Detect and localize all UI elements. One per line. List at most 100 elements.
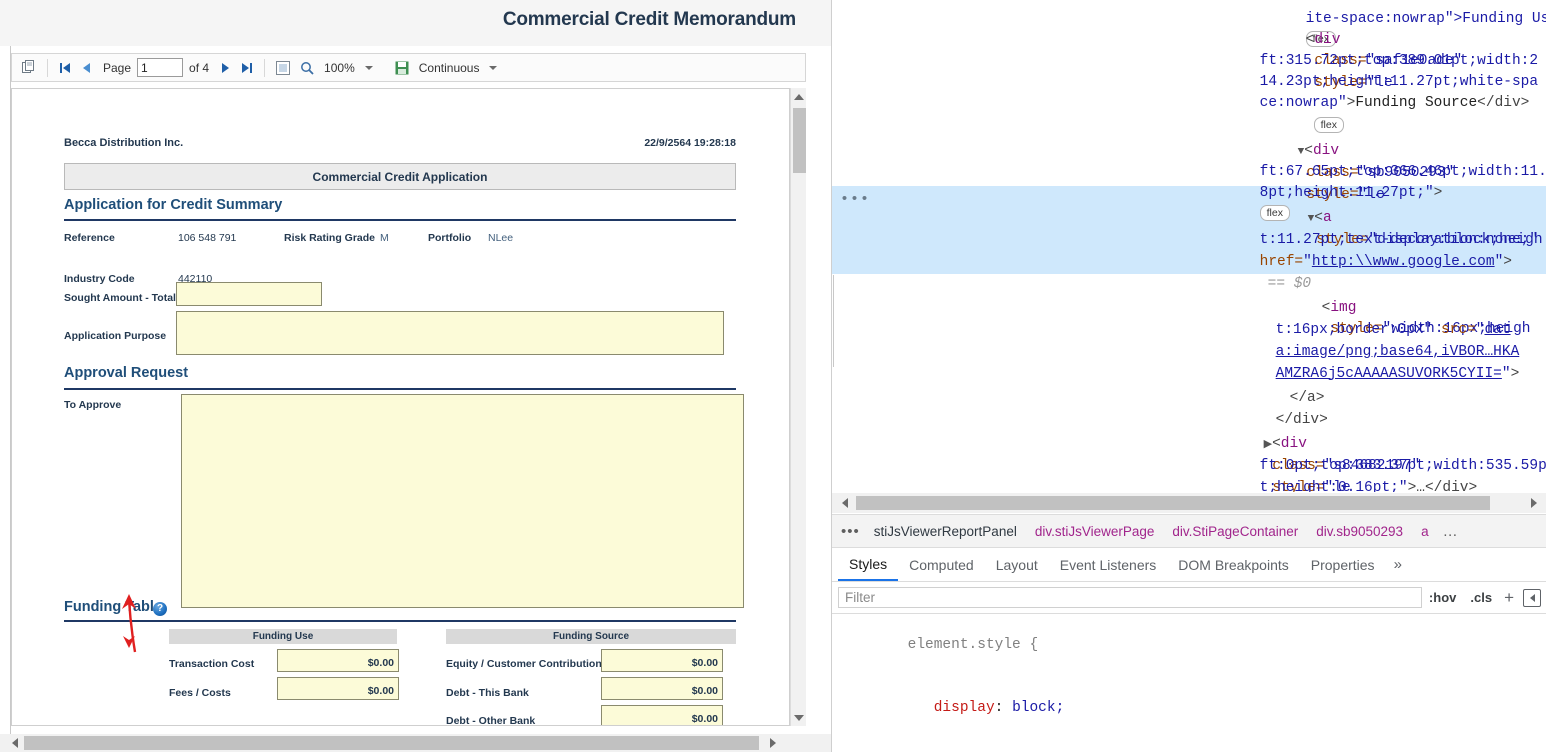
toolbar-divider [47,58,48,77]
scroll-down-icon[interactable] [791,709,807,726]
funding-source-column-header: Funding Source [446,629,736,644]
previous-page-icon[interactable] [77,57,97,79]
section-rule-summary [64,219,736,221]
reference-label: Reference [64,232,115,244]
to-approve-input[interactable] [181,394,744,608]
view-mode-label[interactable]: Continuous [415,61,484,75]
application-purpose-label: Application Purpose [64,330,167,342]
panel-left-gutter [0,46,11,736]
magnifier-icon[interactable] [296,57,318,79]
tab-computed[interactable]: Computed [898,550,985,580]
breadcrumb-item-report-panel[interactable]: stiJsViewerReportPanel [865,521,1026,542]
application-purpose-input[interactable] [176,311,724,355]
page-count-label: of 4 [189,60,210,75]
tabs-more-icon[interactable]: » [1386,551,1410,578]
tab-event-listeners[interactable]: Event Listeners [1049,550,1168,580]
viewer-vertical-scrollbar[interactable] [790,88,806,726]
funding-source-row-input[interactable]: $0.00 [601,705,723,725]
viewer-toolbar: Page of 4 100% Continuous [11,53,806,82]
report-page-area[interactable]: Becca Distribution Inc. 22/9/2564 19:28:… [11,88,790,726]
industry-code-label: Industry Code [64,273,135,285]
sought-amount-input[interactable] [176,282,322,306]
zoom-level-label[interactable]: 100% [320,61,359,75]
zoom-chevron-down-icon[interactable] [364,65,373,70]
report-page: Becca Distribution Inc. 22/9/2564 19:28:… [28,99,773,726]
funding-source-row-value: $0.00 [691,657,718,669]
new-style-rule-button[interactable]: + [1499,588,1519,608]
risk-rating-grade-label: Risk Rating Grade [284,232,376,244]
risk-rating-grade-value: M [380,232,389,244]
page-title: Commercial Credit Memorandum [502,9,796,30]
to-approve-label: To Approve [64,399,122,411]
help-icon[interactable]: ? [153,602,167,616]
funding-source-row-input[interactable]: $0.00 [601,677,723,700]
tab-styles[interactable]: Styles [838,549,899,581]
funding-source-row-input[interactable]: $0.00 [601,649,723,672]
next-page-icon[interactable] [215,57,235,79]
funding-use-row-value: $0.00 [367,685,394,697]
breadcrumb-overflow-icon[interactable]: ••• [836,523,865,540]
toggle-sidebar-icon[interactable] [1523,588,1541,607]
dom-tree-view[interactable]: ••• ite-space:nowrap">Funding Use</div> … [832,0,1546,492]
copy-pages-icon[interactable] [18,57,40,79]
cls-toggle-button[interactable]: .cls [1463,590,1499,605]
section-rule-funding [64,620,736,622]
dom-tree-horizontal-scrollbar[interactable] [832,493,1546,513]
breadcrumb[interactable]: ••• stiJsViewerReportPanel div.stiJsView… [832,514,1546,548]
breadcrumb-item-anchor[interactable]: a [1412,521,1438,542]
horizontal-scrollbar-thumb[interactable] [24,736,759,750]
section-heading-funding: Funding Table [64,599,162,615]
tab-properties[interactable]: Properties [1300,550,1386,580]
breadcrumb-trailing-ellipsis[interactable]: … [1438,523,1464,540]
viewer-horizontal-scrollbar[interactable] [0,734,831,752]
last-page-icon[interactable] [237,57,257,79]
scroll-right-icon[interactable] [764,734,781,752]
css-declaration-display[interactable]: display: block; [832,677,1546,740]
page-label: Page [103,60,132,75]
document-banner: Commercial Credit Application [64,163,736,190]
screen-root: Commercial Credit Memorandum Page 1 of 4… [0,0,1546,752]
company-name: Becca Distribution Inc. [64,137,184,149]
funding-use-row-input[interactable]: $0.00 [277,649,399,672]
scroll-up-icon[interactable] [791,88,807,105]
funding-use-row-label: Transaction Cost [169,658,255,670]
scroll-left-icon[interactable] [6,734,23,752]
first-page-icon[interactable] [55,57,75,79]
reference-value: 106 548 791 [178,232,237,244]
funding-source-header-label: Funding Source [552,631,630,642]
dom-scroll-left-icon[interactable] [837,493,853,513]
funding-source-row-label: Debt - Other Bank [446,715,536,726]
fullscreen-icon[interactable] [272,57,294,79]
page-number-input[interactable] [137,58,184,77]
report-timestamp: 22/9/2564 19:28:18 [644,137,736,149]
funding-use-row-label: Fees / Costs [169,687,231,699]
dom-scroll-right-icon[interactable] [1526,493,1542,513]
hov-toggle-button[interactable]: :hov [1422,590,1463,605]
funding-use-column-header: Funding Use [169,629,397,644]
dom-line-div-s2894-partial[interactable]: <div class="s2894fe6d" style="le [832,478,1546,492]
breadcrumb-item-sb9050293[interactable]: div.sb9050293 [1307,521,1412,542]
tab-layout[interactable]: Layout [985,550,1049,580]
funding-use-row-input[interactable]: $0.00 [277,677,399,700]
styles-filter-input[interactable] [838,587,1422,608]
funding-source-row-label: Debt - This Bank [446,687,529,699]
css-selector-element-style[interactable]: element.style { [832,614,1546,677]
breadcrumb-item-page-container[interactable]: div.StiPageContainer [1163,521,1307,542]
breadcrumb-item-viewer-page[interactable]: div.stiJsViewerPage [1026,521,1164,542]
funding-use-header-label: Funding Use [252,631,314,642]
devtools-panel: ••• ite-space:nowrap">Funding Use</div> … [831,0,1546,752]
document-banner-label: Commercial Credit Application [312,169,488,184]
dom-horizontal-scrollbar-thumb[interactable] [856,496,1490,510]
save-view-icon[interactable] [391,57,413,79]
css-declaration-height[interactable]: height: 11.27pt; [832,740,1546,752]
tab-dom-breakpoints[interactable]: DOM Breakpoints [1167,550,1299,580]
funding-source-row-label: Equity / Customer Contribution [446,658,602,670]
view-mode-chevron-down-icon[interactable] [489,65,498,70]
portfolio-label: Portfolio [428,232,472,244]
funding-source-row-value: $0.00 [691,713,718,725]
devtools-sidebar-tabs[interactable]: Styles Computed Layout Event Listeners D… [832,548,1546,582]
vertical-scrollbar-thumb[interactable] [793,108,806,173]
styles-rules-pane[interactable]: element.style { display: block; height: … [832,614,1546,752]
section-heading-approval: Approval Request [64,365,189,381]
